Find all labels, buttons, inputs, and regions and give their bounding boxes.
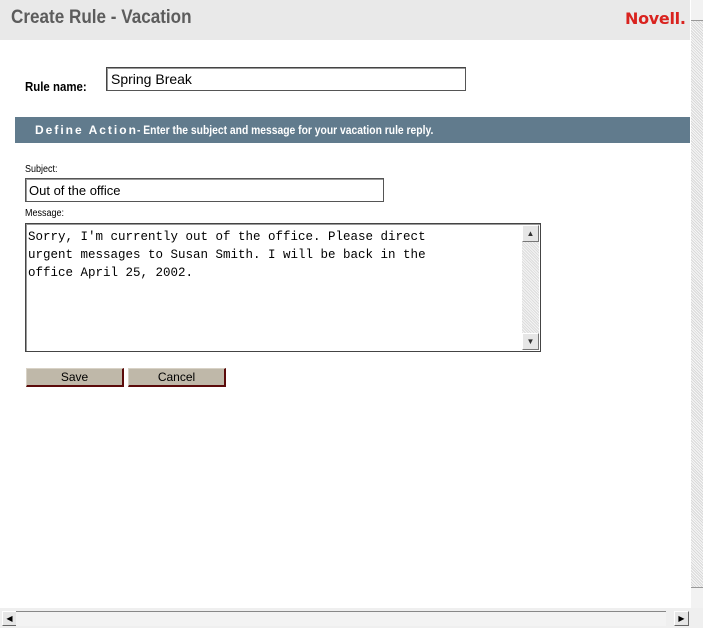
section-heading: Define Action bbox=[35, 123, 138, 137]
scroll-right-icon[interactable]: ▶ bbox=[674, 611, 689, 626]
message-label: Message: bbox=[25, 208, 65, 219]
message-textarea[interactable]: Sorry, I'm currently out of the office. … bbox=[25, 223, 541, 352]
scroll-down-icon[interactable]: ▼ bbox=[522, 333, 539, 350]
rule-name-label: Rule name: bbox=[25, 79, 87, 94]
message-text[interactable]: Sorry, I'm currently out of the office. … bbox=[28, 228, 520, 282]
scroll-down-icon[interactable] bbox=[691, 587, 703, 608]
section-description: - Enter the subject and message for your… bbox=[137, 123, 434, 137]
save-button[interactable]: Save bbox=[26, 368, 124, 387]
define-action-bar: Define Action - Enter the subject and me… bbox=[15, 117, 690, 143]
page-horizontal-scrollbar[interactable]: ◀ ▶ bbox=[0, 608, 703, 628]
rule-name-input[interactable] bbox=[106, 67, 466, 91]
horizontal-scroll-track[interactable] bbox=[16, 611, 666, 626]
subject-input[interactable] bbox=[25, 178, 384, 202]
novell-logo: Novell. bbox=[625, 9, 686, 28]
page-vertical-scrollbar[interactable] bbox=[691, 0, 703, 608]
page-title: Create Rule - Vacation bbox=[11, 7, 192, 28]
subject-label: Subject: bbox=[25, 164, 58, 175]
message-scrollbar[interactable]: ▲ ▼ bbox=[522, 225, 539, 350]
scroll-up-icon[interactable] bbox=[691, 0, 703, 21]
scroll-left-icon[interactable]: ◀ bbox=[2, 611, 17, 626]
title-bar: Create Rule - Vacation Novell. bbox=[0, 0, 690, 40]
scroll-up-icon[interactable]: ▲ bbox=[522, 225, 539, 242]
cancel-button[interactable]: Cancel bbox=[128, 368, 226, 387]
